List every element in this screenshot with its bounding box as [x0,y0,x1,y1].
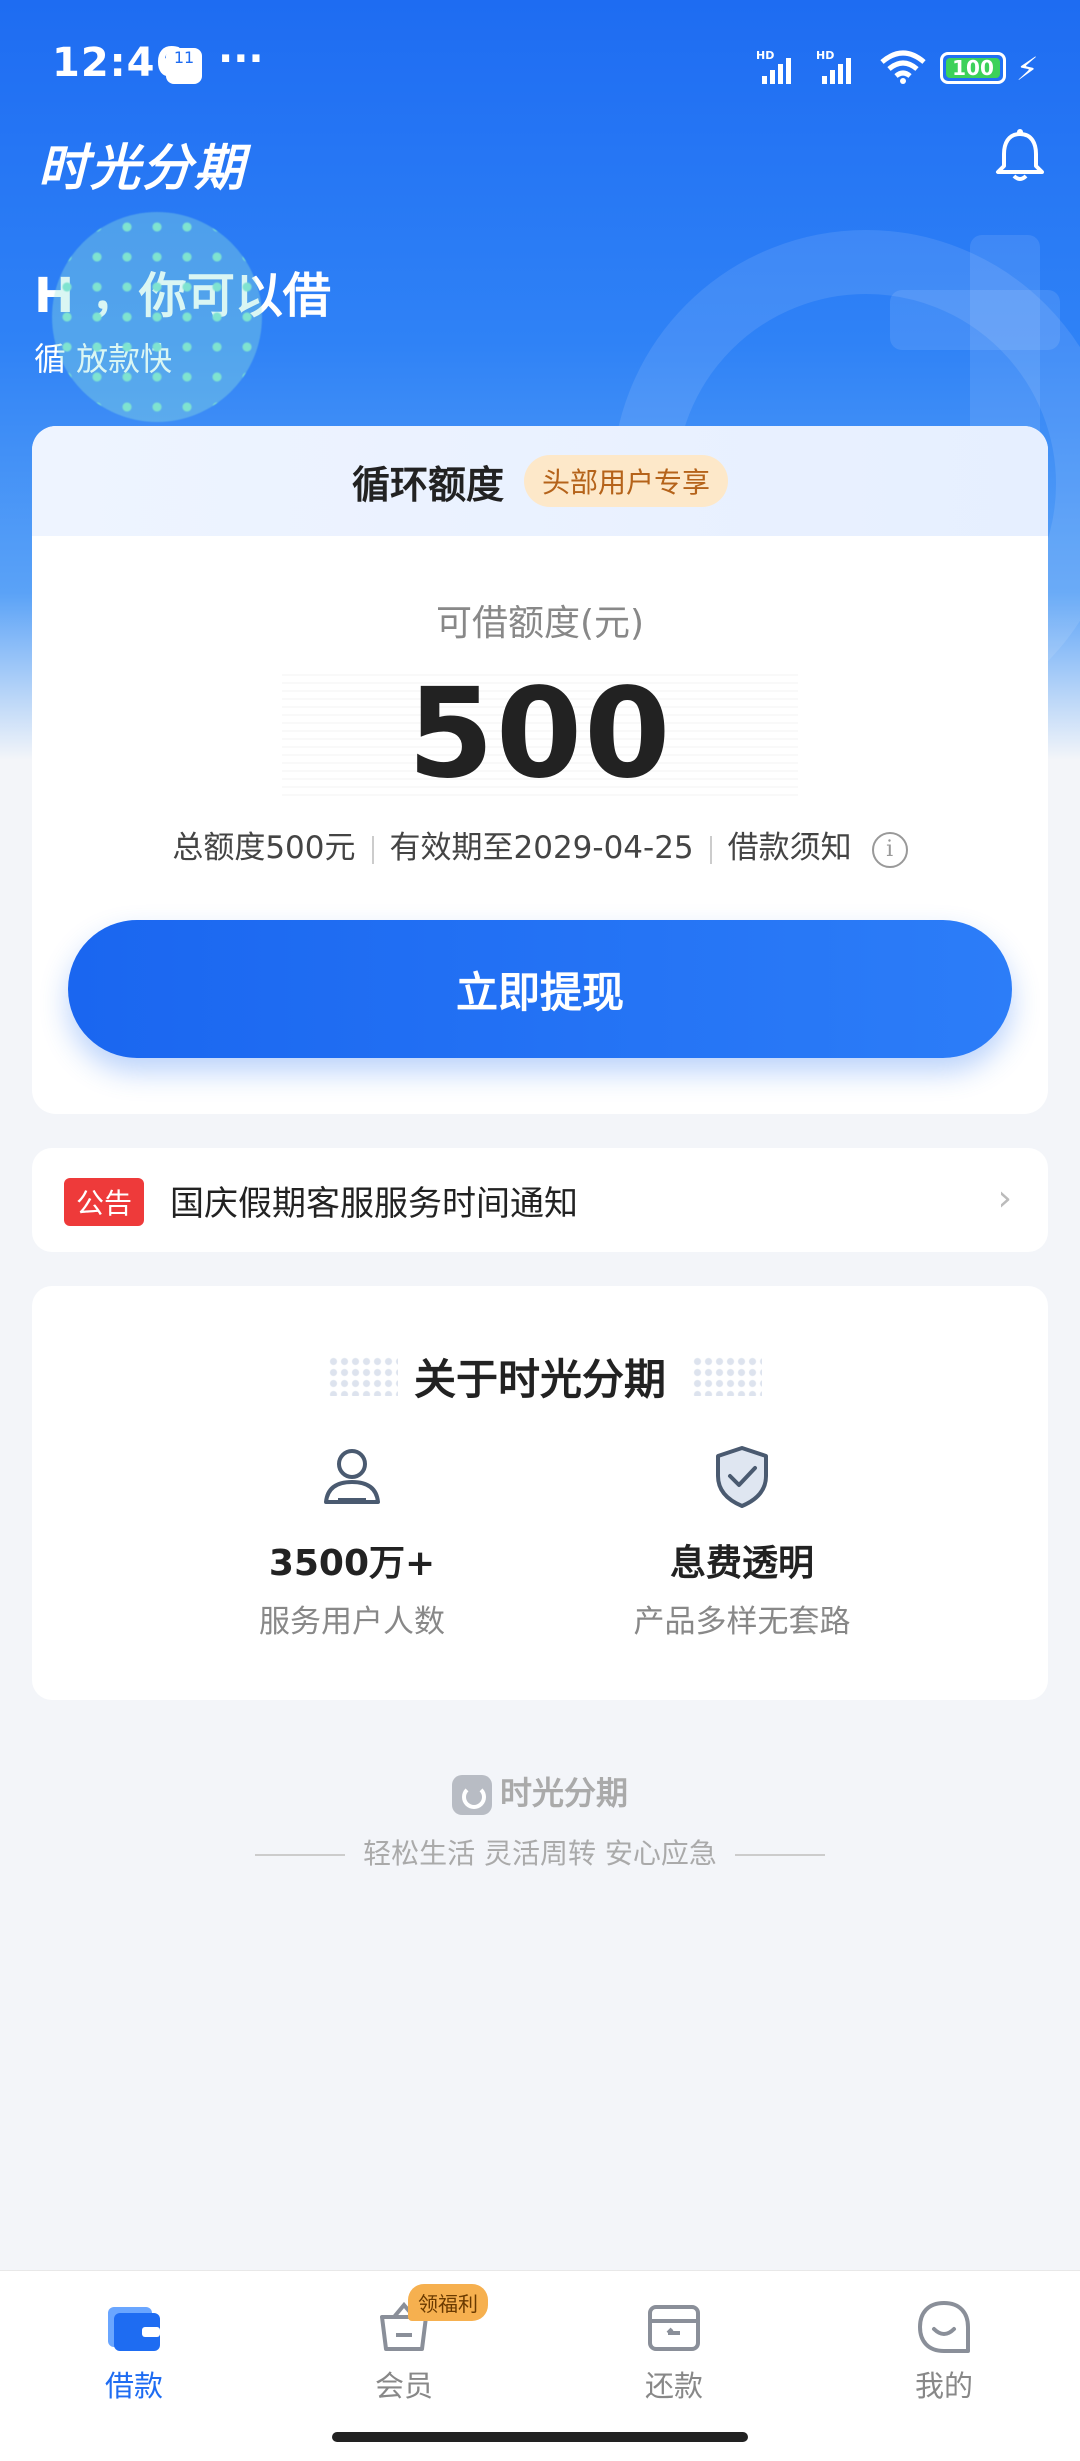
vip-tag: 头部用户专享 [524,455,729,507]
available-label: 可借额度(元) [435,603,645,644]
tab-borrow[interactable]: 借款 [34,2299,234,2405]
app-title: 时光分期 [38,139,246,197]
feature-value: 息费透明 [669,1543,814,1584]
privacy-mask [52,212,262,422]
shield-check-icon [716,1446,768,1508]
info-icon[interactable]: i [871,831,908,868]
battery-icon: 100 [940,52,1006,84]
cellular-signal-icon: HD [816,49,851,84]
brand-name: 时光分期 [499,1774,628,1812]
more-notifications-icon: ··· [218,36,264,82]
network-type-label: HD [816,49,834,62]
footer-brand: 时光分期 [0,1768,1080,1815]
announcement-text: 国庆假期客服服务时间通知 [170,1184,578,1224]
loan-notice-link[interactable]: 借款须知 [728,830,852,866]
battery-level: 100 [946,58,1000,78]
divider [371,835,374,864]
available-amount: 500 [407,662,673,806]
bell-icon[interactable] [994,128,1046,184]
divider [709,835,712,864]
home-indicator[interactable] [332,2432,748,2442]
chevron-right-icon: › [997,1178,1012,1219]
credit-card-header: 循环额度 头部用户专享 [32,426,1048,536]
tab-mine[interactable]: 我的 [844,2299,1044,2405]
cellular-signal-icon: HD [756,49,791,84]
credit-card: 循环额度 头部用户专享 可借额度(元) 500 总额度500元 有效期至2029-… [32,426,1048,1114]
user-icon [324,1449,380,1504]
about-title: 关于时光分期 [413,1355,666,1404]
credit-meta: 总额度500元 有效期至2029-04-25 借款须知 i [32,822,1048,868]
decor-bar [890,290,1060,350]
about-card: 关于时光分期 3500万+ 服务用户人数 息费透明 产品多样无套路 [32,1286,1048,1700]
valid-until: 有效期至2029-04-25 [389,830,694,866]
status-time: 12:46 [52,40,185,86]
credit-type-title: 循环额度 [351,462,504,507]
brand-logo-icon [451,1775,492,1815]
slogan-text: 轻松生活 灵活周转 安心应急 [363,1837,717,1870]
withdraw-button[interactable]: 立即提现 [68,920,1012,1058]
divider [734,1854,825,1856]
tab-label: 还款 [644,2369,703,2403]
divider [255,1854,346,1856]
smile-icon [918,2301,970,2353]
status-bar: 12:46 11 ··· HD HD 100 ⚡ [0,0,1080,130]
feature-users: 3500万+ 服务用户人数 [162,1444,542,1641]
welfare-badge[interactable]: 领福利 [408,2284,488,2321]
tab-label: 会员 [374,2369,433,2403]
feature-subtitle: 产品多样无套路 [633,1604,851,1640]
calendar-notification-icon: 11 [166,48,202,84]
announcement-tag: 公告 [64,1178,145,1226]
wifi-icon [880,50,926,84]
tab-label: 借款 [104,2369,163,2403]
tab-repay[interactable]: 还款 [574,2299,774,2405]
announcement-bar[interactable]: 公告 国庆假期客服服务时间通知 › [32,1148,1048,1252]
network-type-label: HD [756,49,774,62]
feature-transparent: 息费透明 产品多样无套路 [552,1444,932,1641]
charging-icon: ⚡ [1016,50,1039,88]
tab-label: 我的 [914,2369,973,2403]
total-limit: 总额度500元 [172,830,356,866]
feature-subtitle: 服务用户人数 [259,1604,445,1640]
footer-slogan: 轻松生活 灵活周转 安心应急 [0,1832,1080,1872]
wallet-icon [108,2307,160,2351]
card-icon [648,2305,700,2351]
feature-value: 3500万+ [268,1543,436,1584]
